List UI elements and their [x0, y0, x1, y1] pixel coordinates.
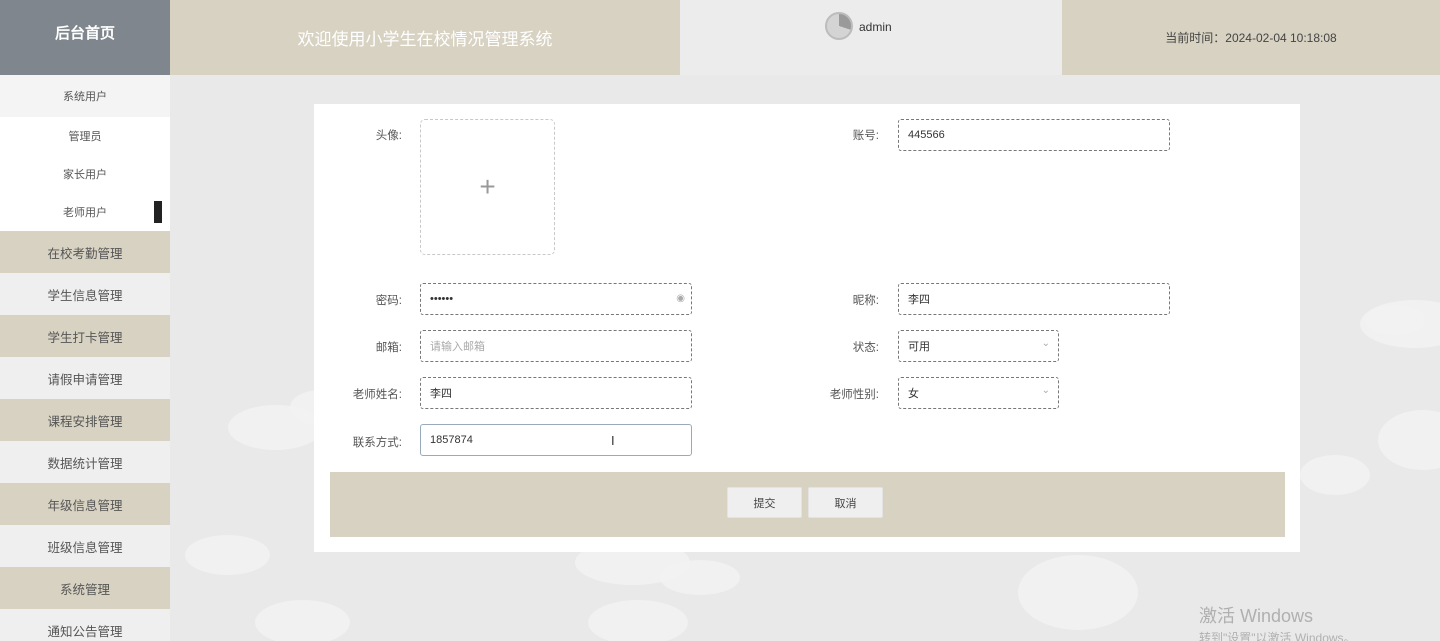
sidebar-subitem-parent-users[interactable]: 家长用户	[0, 155, 170, 193]
teacher-gender-select[interactable]: 女 ⌄	[898, 377, 1059, 409]
windows-activation-watermark: 激活 Windows 转到"设置"以激活 Windows。	[1199, 602, 1356, 641]
sidebar-item-attendance[interactable]: 在校考勤管理	[0, 231, 170, 273]
user-area[interactable]: admin	[680, 0, 1062, 75]
sidebar-item-checkin[interactable]: 学生打卡管理	[0, 315, 170, 357]
sidebar-item-label: 请假申请管理	[47, 372, 123, 387]
password-value: ••••••	[430, 293, 454, 305]
contact-label: 联系方式:	[352, 437, 402, 449]
teacher-name-value: 李四	[430, 388, 452, 400]
current-time: 当前时间：2024-02-04 10:18:08	[1062, 0, 1440, 75]
sidebar-item-system-users[interactable]: 系统用户	[0, 75, 170, 117]
sidebar-item-grade[interactable]: 年级信息管理	[0, 483, 170, 525]
sidebar-item-label: 课程安排管理	[47, 414, 123, 429]
submit-button-label: 提交	[753, 497, 776, 510]
cancel-button-label: 取消	[834, 497, 857, 510]
home-label: 后台首页	[54, 25, 115, 42]
watermark-line1: 激活 Windows	[1199, 606, 1314, 626]
sidebar-subitem-label: 管理员	[68, 131, 102, 143]
watermark-line2: 转到"设置"以激活 Windows。	[1199, 631, 1356, 641]
sidebar-item-label: 在校考勤管理	[47, 246, 123, 261]
current-time-text: 当前时间：2024-02-04 10:18:08	[1165, 31, 1337, 45]
email-label: 邮箱:	[375, 342, 402, 354]
avatar-upload[interactable]: +	[420, 119, 555, 255]
sidebar-subitem-admin[interactable]: 管理员	[0, 117, 170, 155]
sidebar-subitem-label: 家长用户	[63, 169, 107, 181]
account-value: 445566	[908, 129, 945, 141]
password-label: 密码:	[375, 295, 402, 307]
account-label: 账号:	[852, 130, 879, 142]
sidebar-item-label: 数据统计管理	[47, 456, 123, 471]
sidebar-item-course[interactable]: 课程安排管理	[0, 399, 170, 441]
avatar[interactable]	[825, 12, 853, 40]
sidebar-item-label: 学生打卡管理	[47, 330, 123, 345]
cancel-button[interactable]: 取消	[808, 487, 883, 518]
password-field[interactable]: •••••• ◉	[420, 283, 692, 315]
nickname-field[interactable]: 李四	[898, 283, 1170, 315]
contact-field[interactable]: 1857874 I	[420, 424, 692, 456]
sidebar-item-label: 班级信息管理	[47, 540, 123, 555]
sidebar: 系统用户 管理员 家长用户 老师用户 在校考勤管理 学生信息管理 学生打卡管理 …	[0, 75, 170, 641]
sidebar-item-class[interactable]: 班级信息管理	[0, 525, 170, 567]
chevron-down-icon: ⌄	[1041, 338, 1050, 349]
sidebar-item-label: 年级信息管理	[47, 498, 123, 513]
status-label: 状态:	[852, 342, 879, 354]
home-link[interactable]: 后台首页	[0, 0, 170, 75]
system-title-text: 欢迎使用小学生在校情况管理系统	[297, 30, 553, 49]
sidebar-item-label: 系统管理	[59, 582, 110, 597]
avatar-label: 头像:	[375, 130, 402, 142]
contact-value: 1857874	[430, 434, 473, 446]
teacher-gender-value: 女	[908, 388, 919, 400]
sidebar-item-statistics[interactable]: 数据统计管理	[0, 441, 170, 483]
sidebar-item-label: 通知公告管理	[47, 624, 123, 639]
teacher-name-label: 老师姓名:	[352, 389, 402, 401]
teacher-form: 头像: + 账号: 445566 密码: •••••• ◉ 昵称: 李四 邮箱:…	[314, 104, 1300, 552]
sidebar-item-label: 学生信息管理	[47, 288, 123, 303]
sidebar-subitem-teacher-users[interactable]: 老师用户	[0, 193, 170, 231]
plus-icon: +	[479, 171, 496, 202]
text-cursor-icon: I	[611, 433, 615, 448]
form-actions: 提交 取消	[330, 472, 1285, 537]
email-placeholder: 请输入邮箱	[430, 341, 485, 353]
nickname-value: 李四	[908, 294, 930, 306]
status-value: 可用	[908, 341, 930, 353]
username[interactable]: admin	[859, 20, 892, 34]
sidebar-item-notice[interactable]: 通知公告管理	[0, 609, 170, 641]
nickname-label: 昵称:	[852, 295, 879, 307]
sidebar-item-label: 系统用户	[63, 91, 107, 103]
system-title: 欢迎使用小学生在校情况管理系统	[170, 0, 680, 75]
eye-icon[interactable]: ◉	[676, 293, 685, 304]
chevron-down-icon: ⌄	[1041, 385, 1050, 396]
sidebar-subitem-label: 老师用户	[63, 207, 107, 219]
sidebar-item-student-info[interactable]: 学生信息管理	[0, 273, 170, 315]
sidebar-item-system[interactable]: 系统管理	[0, 567, 170, 609]
active-indicator	[154, 201, 162, 223]
teacher-name-field[interactable]: 李四	[420, 377, 692, 409]
submit-button[interactable]: 提交	[727, 487, 802, 518]
status-select[interactable]: 可用 ⌄	[898, 330, 1059, 362]
sidebar-item-leave[interactable]: 请假申请管理	[0, 357, 170, 399]
account-field[interactable]: 445566	[898, 119, 1170, 151]
teacher-gender-label: 老师性别:	[829, 389, 879, 401]
email-field[interactable]: 请输入邮箱	[420, 330, 692, 362]
